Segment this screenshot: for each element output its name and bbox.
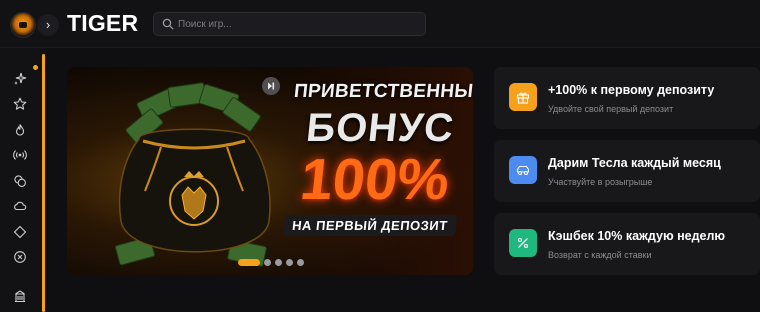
banner-text: ПРИВЕТСТВЕННЫЙ БОНУС 100% НА ПЕРВЫЙ ДЕПО… bbox=[279, 81, 473, 236]
sparkle-icon[interactable] bbox=[13, 72, 27, 86]
brand-name[interactable]: TIGER bbox=[67, 10, 138, 37]
welcome-bonus-banner[interactable]: ПРИВЕТСТВЕННЫЙ БОНУС 100% НА ПЕРВЫЙ ДЕПО… bbox=[67, 67, 473, 275]
banner-line-percent: 100% bbox=[297, 147, 453, 212]
banner-pause-button[interactable] bbox=[262, 77, 280, 95]
promo-card-weekly-cashback[interactable]: Кэшбек 10% каждую неделю Возврат с каждо… bbox=[494, 213, 760, 275]
slide-dot-1[interactable] bbox=[238, 259, 260, 266]
promo-subtitle: Участвуйте в розыгрыше bbox=[548, 177, 653, 187]
sidebar-toggle-button[interactable]: › bbox=[37, 14, 59, 36]
money-bag-image bbox=[114, 82, 271, 267]
promo-card-deposit-bonus[interactable]: +100% к первому депозиту Удвойте свой пе… bbox=[494, 67, 760, 129]
notification-dot bbox=[33, 65, 38, 70]
slide-dot-5[interactable] bbox=[297, 259, 304, 266]
search-icon bbox=[162, 18, 174, 30]
diamond-icon[interactable] bbox=[13, 225, 27, 239]
banner-line-bonus: БОНУС bbox=[304, 106, 457, 150]
search-box[interactable] bbox=[153, 12, 426, 36]
banner-line-deposit: НА ПЕРВЫЙ ДЕПОЗИТ bbox=[283, 215, 457, 236]
promo-subtitle: Возврат с каждой ставки bbox=[548, 250, 652, 260]
percent-icon bbox=[517, 237, 529, 249]
promo-subtitle: Удвойте свой первый депозит bbox=[548, 104, 674, 114]
promo-title: Дарим Тесла каждый месяц bbox=[548, 156, 721, 170]
chips-icon[interactable] bbox=[13, 174, 27, 188]
top-bar: › TIGER bbox=[0, 0, 760, 48]
building-icon[interactable] bbox=[13, 289, 27, 303]
star-icon[interactable] bbox=[13, 97, 27, 111]
broadcast-icon[interactable] bbox=[13, 148, 27, 162]
flame-icon[interactable] bbox=[13, 123, 27, 137]
promo-title: Кэшбек 10% каждую неделю bbox=[548, 229, 726, 243]
sidebar-scroll-indicator[interactable] bbox=[42, 54, 45, 312]
no-sign-icon[interactable] bbox=[13, 250, 27, 264]
slide-dot-4[interactable] bbox=[286, 259, 293, 266]
banner-line-welcome: ПРИВЕТСТВЕННЫЙ bbox=[292, 81, 473, 102]
promo-icon-badge bbox=[509, 83, 537, 111]
slide-dot-3[interactable] bbox=[275, 259, 282, 266]
promo-card-tesla-giveaway[interactable]: Дарим Тесла каждый месяц Участвуйте в ро… bbox=[494, 140, 760, 202]
cloud-icon[interactable] bbox=[13, 199, 27, 213]
car-icon bbox=[516, 165, 530, 176]
tiger-logo-icon[interactable] bbox=[10, 12, 36, 38]
promo-icon-badge bbox=[509, 156, 537, 184]
gift-icon bbox=[516, 92, 530, 104]
skip-icon bbox=[268, 82, 275, 90]
promo-title: +100% к первому депозиту bbox=[548, 83, 715, 97]
slide-dot-2[interactable] bbox=[264, 259, 271, 266]
search-input[interactable] bbox=[178, 13, 423, 35]
promo-icon-badge bbox=[509, 229, 537, 257]
